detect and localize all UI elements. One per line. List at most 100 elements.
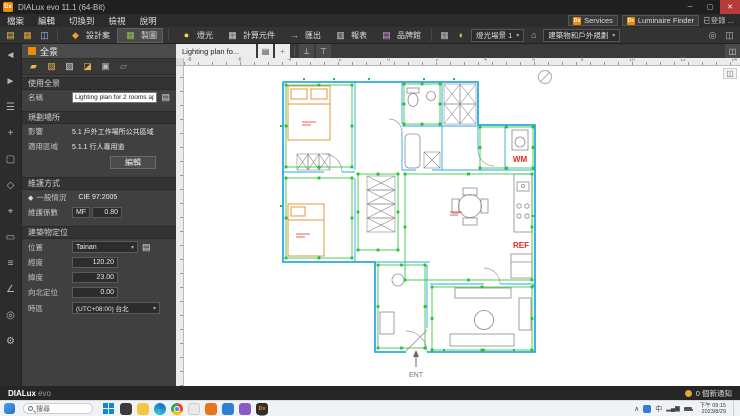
layers-icon[interactable]: ☰ bbox=[4, 101, 18, 114]
location-value: Tainan bbox=[76, 243, 97, 251]
luminaire-finder-button[interactable]: Dx Luminaire Finder bbox=[621, 15, 700, 26]
back-icon[interactable]: ◄ bbox=[4, 49, 18, 62]
new-view-button[interactable]: ▤ bbox=[258, 44, 273, 58]
save-file-icon[interactable]: ◫ bbox=[37, 29, 52, 42]
draw-tool-icon[interactable]: ▰ bbox=[26, 60, 41, 73]
show-desktop-button[interactable] bbox=[733, 400, 737, 416]
ime-indicator[interactable]: 中 bbox=[655, 404, 662, 414]
rename-doc-icon[interactable]: ▤ bbox=[161, 92, 170, 103]
panorama-icon bbox=[28, 47, 36, 55]
longitude-input[interactable]: 120.20 bbox=[72, 257, 118, 268]
battery-icon[interactable] bbox=[683, 406, 693, 411]
forward-icon[interactable]: ► bbox=[4, 75, 18, 88]
hatch-tool-icon[interactable]: ▨ bbox=[44, 60, 59, 73]
scene-grid-icon[interactable]: ▦ bbox=[437, 29, 452, 42]
polygon-tool-icon[interactable]: ◇ bbox=[4, 179, 18, 192]
dx-icon: Dx bbox=[573, 16, 582, 25]
maintenance-method-row: ◆ 一般情況 CIE 97:2005 bbox=[22, 190, 176, 205]
store-app-icon[interactable] bbox=[239, 402, 251, 415]
select-tool-icon[interactable]: ▣ bbox=[98, 60, 113, 73]
timezone-select[interactable]: (UTC+08:00) 台北 ▾ bbox=[72, 302, 160, 314]
taskbar-search[interactable]: 搜尋 bbox=[23, 403, 93, 414]
align-bottom-button[interactable]: ⊥ bbox=[299, 44, 314, 58]
bed-furniture[interactable] bbox=[287, 85, 331, 257]
taskbar-clock[interactable]: 下午 09:15 2023/8/29 bbox=[700, 403, 726, 415]
fill-tool-icon[interactable]: ▧ bbox=[62, 60, 77, 73]
view-options-button[interactable]: ◫ bbox=[723, 68, 737, 79]
brands-button[interactable]: ▤ 品牌館 bbox=[374, 28, 426, 43]
project-mode-button[interactable]: ◆ 設計案 bbox=[63, 28, 115, 43]
rectangle-tool-icon[interactable]: ▢ bbox=[4, 153, 18, 166]
corner-tool-icon[interactable]: ◪ bbox=[80, 60, 95, 73]
mail-app-icon[interactable] bbox=[222, 402, 234, 415]
tab-lighting-plan[interactable]: Lighting plan fo... bbox=[176, 44, 256, 58]
add-object-icon[interactable]: + bbox=[4, 127, 18, 140]
menu-file[interactable]: 檔案 bbox=[0, 15, 31, 27]
lamp-icon[interactable]: ◐ bbox=[454, 29, 469, 42]
menu-edit[interactable]: 編輯 bbox=[31, 15, 62, 27]
angle-tool-icon[interactable]: ∠ bbox=[4, 283, 18, 296]
align-top-button[interactable]: ⊤ bbox=[316, 44, 331, 58]
calc-objects-button[interactable]: ▦ 計算元件 bbox=[220, 28, 280, 43]
method-label: 一般情況 bbox=[36, 193, 67, 202]
edge-browser-icon[interactable] bbox=[154, 402, 166, 415]
mf-value-input[interactable]: 0.80 bbox=[92, 207, 122, 218]
menu-help[interactable]: 說明 bbox=[133, 15, 164, 27]
calculation-zones[interactable] bbox=[284, 82, 535, 352]
fixtures[interactable] bbox=[379, 87, 533, 352]
light-tool-button[interactable]: ● 燈光 bbox=[174, 28, 218, 43]
location-doc-icon[interactable]: ▤ bbox=[142, 242, 151, 253]
settings-gear-icon[interactable]: ⚙ bbox=[4, 335, 18, 348]
zoom-tool-icon[interactable]: ◎ bbox=[705, 29, 720, 42]
drawing-canvas[interactable]: WM REF ENT ◫ bbox=[184, 66, 740, 386]
export-button[interactable]: → 匯出 bbox=[282, 28, 326, 43]
windows-start-button[interactable] bbox=[103, 402, 115, 415]
north-input[interactable]: 0.00 bbox=[72, 287, 118, 298]
right-panel-toggle-icon[interactable]: ◫ bbox=[722, 29, 737, 42]
tray-expand-icon[interactable]: ∧ bbox=[634, 405, 639, 413]
luminaire-marks[interactable] bbox=[280, 78, 534, 351]
radio-diamond-icon[interactable]: ◆ bbox=[28, 194, 33, 202]
file-explorer-icon[interactable] bbox=[137, 402, 149, 415]
notification-area[interactable]: 0 個新通知 bbox=[684, 388, 732, 399]
zoom-icon[interactable]: ◎ bbox=[4, 309, 18, 322]
panel-header: 全景 bbox=[22, 44, 176, 58]
menu-switch-to[interactable]: 切換到 bbox=[62, 15, 102, 27]
terminal-app-icon[interactable] bbox=[120, 402, 132, 415]
login-status[interactable]: 已登錄 ... bbox=[703, 15, 734, 26]
close-button[interactable]: ✕ bbox=[720, 0, 740, 14]
onedrive-icon[interactable] bbox=[643, 404, 652, 413]
dialux-taskbar-icon[interactable]: Dx bbox=[256, 402, 268, 416]
edit-button[interactable]: 編輯 bbox=[110, 156, 156, 169]
chrome-browser-icon[interactable] bbox=[171, 402, 183, 415]
location-select[interactable]: Tainan ▾ bbox=[72, 241, 138, 253]
outline-tool-icon[interactable]: ▱ bbox=[116, 60, 131, 73]
latitude-row: 緯度 23.00 bbox=[22, 270, 176, 285]
notes-app-icon[interactable] bbox=[188, 402, 200, 415]
open-file-icon[interactable]: ▦ bbox=[20, 29, 35, 42]
light-scene-select[interactable]: 燈光場景 1 ▾ bbox=[471, 28, 525, 42]
surface-tool-icon[interactable]: ▭ bbox=[4, 231, 18, 244]
construction-mode-button[interactable]: ▦ 製圖 bbox=[117, 27, 163, 43]
menu-view[interactable]: 檢視 bbox=[102, 15, 133, 27]
split-view-button[interactable]: ◫ bbox=[725, 44, 740, 58]
building-icon[interactable]: ⌂ bbox=[526, 29, 541, 42]
minimize-button[interactable]: ─ bbox=[680, 0, 700, 14]
luminaire-finder-label: Luminaire Finder bbox=[637, 16, 695, 25]
services-button[interactable]: Dx Services bbox=[568, 15, 618, 26]
widgets-icon[interactable] bbox=[4, 403, 15, 414]
office-app-icon[interactable] bbox=[205, 402, 217, 415]
outer-walls bbox=[282, 81, 536, 353]
maximize-button[interactable]: ▢ bbox=[700, 0, 720, 14]
report-button[interactable]: ▥ 報表 bbox=[328, 28, 372, 43]
network-signal-icon[interactable]: ▂▄▆ bbox=[666, 405, 679, 412]
list-tool-icon[interactable]: ≡ bbox=[4, 257, 18, 270]
latitude-input[interactable]: 23.00 bbox=[72, 272, 118, 283]
name-input[interactable] bbox=[72, 92, 158, 103]
timezone-value: (UTC+08:00) 台北 bbox=[76, 306, 129, 313]
chevron-down-icon: ▾ bbox=[612, 32, 616, 39]
add-view-button[interactable]: + bbox=[275, 44, 290, 58]
plan-mode-select[interactable]: 建築物和戶外規劃 ▾ bbox=[543, 28, 621, 42]
new-file-icon[interactable]: ▤ bbox=[3, 29, 18, 42]
target-tool-icon[interactable]: ⌖ bbox=[4, 205, 18, 218]
